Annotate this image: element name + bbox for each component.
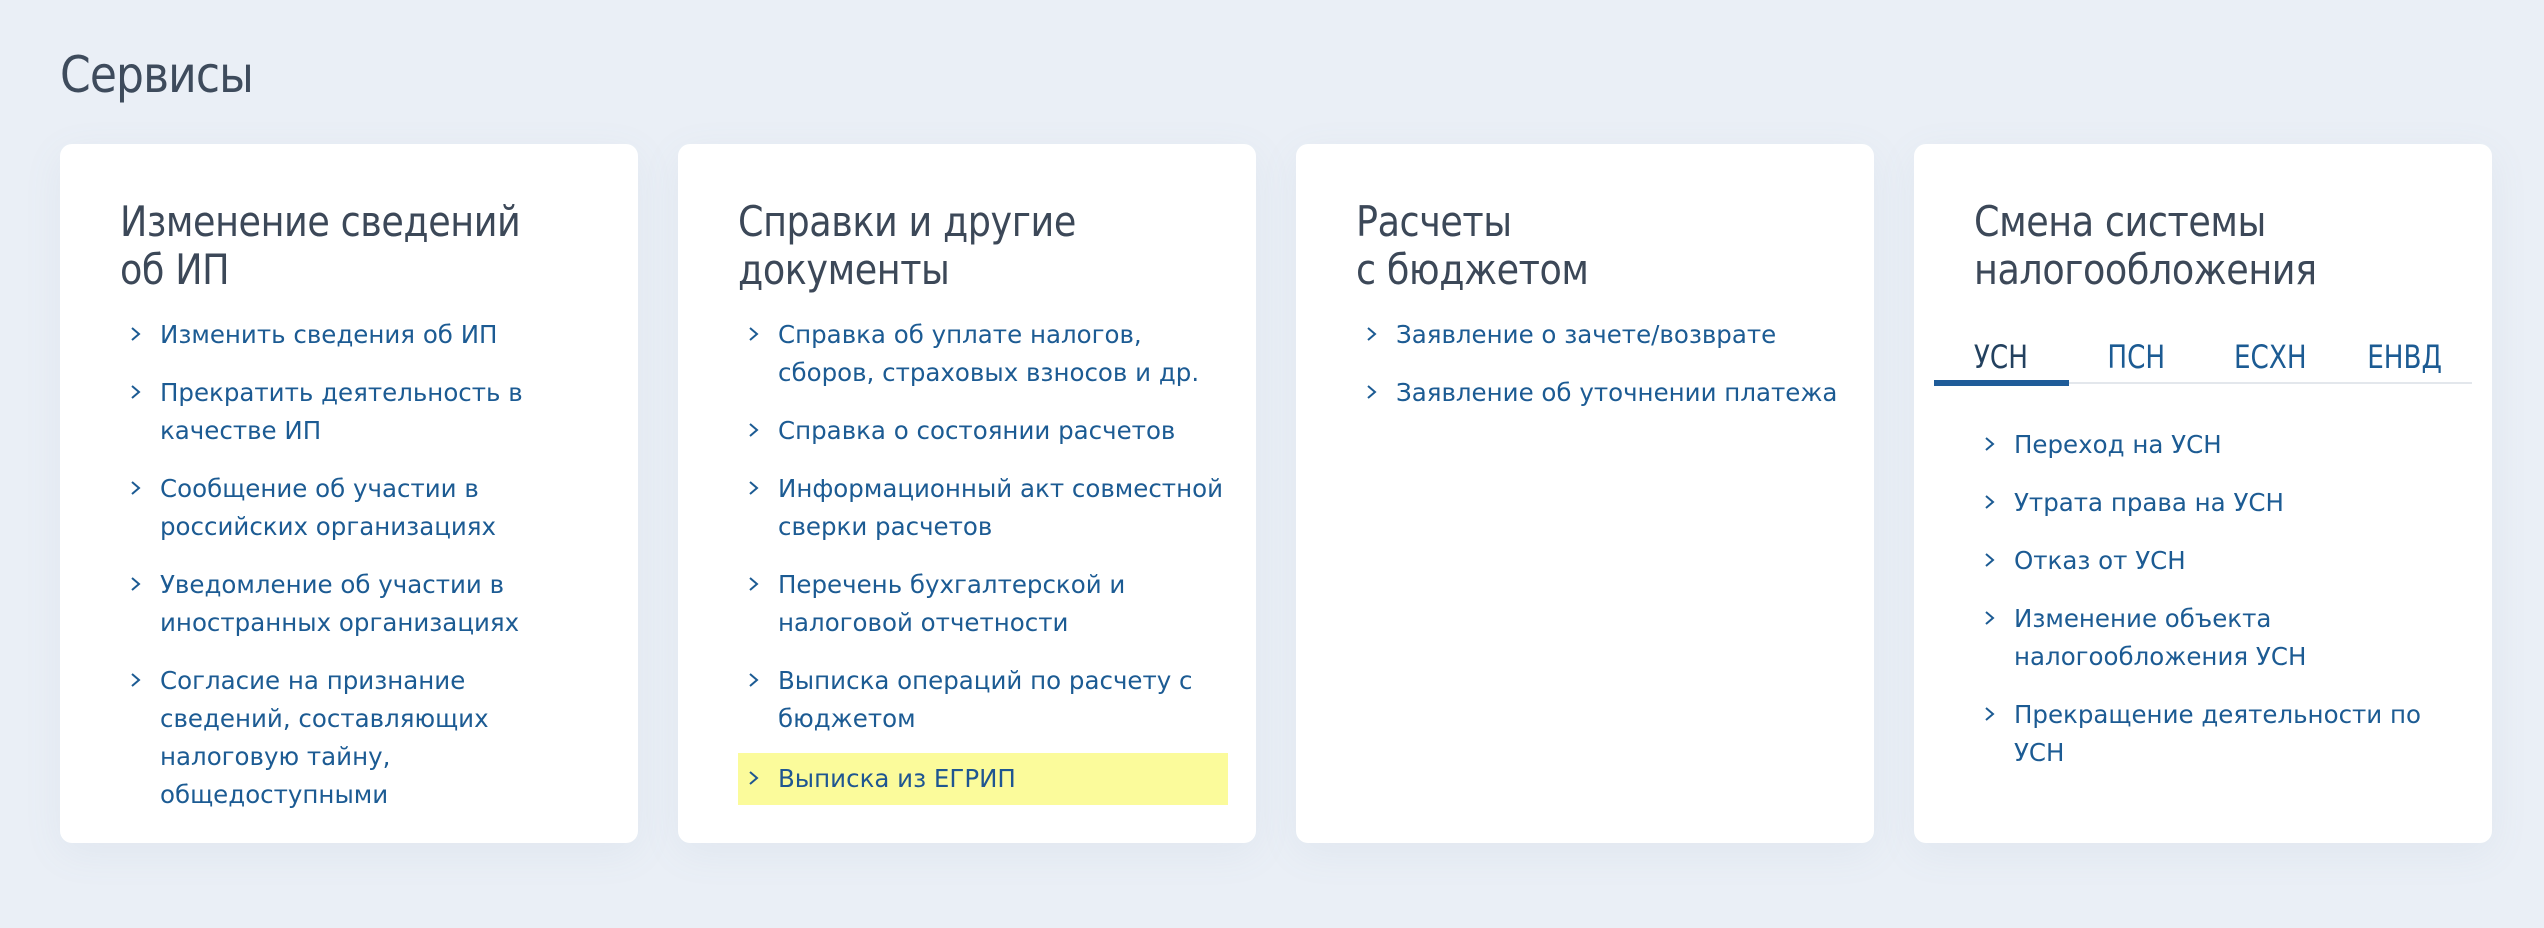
link-foreign-org-participation[interactable]: Уведомление об участии в иностранных орг… — [120, 566, 560, 642]
chevron-right-icon — [130, 327, 142, 341]
chevron-right-icon — [748, 673, 760, 687]
tab-label: ЕСХН — [2233, 338, 2307, 376]
chevron-right-icon — [1984, 553, 1996, 567]
chevron-right-icon — [1984, 611, 1996, 625]
card-budget-settlements: Расчеты с бюджетом Заявление о зачете/во… — [1296, 144, 1874, 843]
chevron-right-icon — [1366, 385, 1378, 399]
card-title-line: Смена системы — [1974, 197, 2266, 246]
card-title-line: Изменение сведений — [120, 197, 521, 246]
link-text: Информационный акт совместной сверки рас… — [778, 474, 1224, 541]
card-title-line: с бюджетом — [1356, 245, 1589, 294]
card-title: Смена системы налогообложения — [1974, 198, 2317, 294]
link-text: Сообщение об участии в российских органи… — [160, 474, 497, 541]
card-title-line: документы — [738, 245, 950, 294]
link-text: Отказ от УСН — [2014, 546, 2186, 575]
link-terminate-usn-activity[interactable]: Прекращение деятельности по УСН — [1974, 696, 2434, 772]
tab-envd[interactable]: ЕНВД — [2338, 334, 2473, 382]
link-settlement-status-certificate[interactable]: Справка о состоянии расчетов — [738, 412, 1218, 450]
card-certificates-documents: Справки и другие документы Справка об уп… — [678, 144, 1256, 843]
link-terminate-ip[interactable]: Прекратить деятельность в качестве ИП — [120, 374, 560, 450]
chevron-right-icon — [748, 481, 760, 495]
chevron-right-icon — [748, 423, 760, 437]
link-text: Справка об уплате налогов, сборов, страх… — [778, 320, 1200, 387]
chevron-right-icon — [130, 385, 142, 399]
link-text: Утрата права на УСН — [2014, 488, 2284, 517]
link-payment-clarification-application[interactable]: Заявление об уточнении платежа — [1356, 374, 1876, 412]
link-change-ip-info[interactable]: Изменить сведения об ИП — [120, 316, 580, 354]
tab-psn[interactable]: ПСН — [2069, 334, 2204, 382]
link-text: Изменить сведения об ИП — [160, 320, 498, 349]
link-offset-refund-application[interactable]: Заявление о зачете/возврате — [1356, 316, 1856, 354]
link-change-usn-object[interactable]: Изменение объекта налогообложения УСН — [1974, 600, 2384, 676]
link-switch-to-usn[interactable]: Переход на УСН — [1974, 426, 2414, 464]
link-text: Выписка операций по расчету с бюджетом — [778, 666, 1193, 733]
link-budget-operations-statement[interactable]: Выписка операций по расчету с бюджетом — [738, 662, 1208, 738]
chevron-right-icon — [130, 577, 142, 591]
chevron-right-icon — [1366, 327, 1378, 341]
page-title: Сервисы — [60, 46, 254, 104]
link-text: Выписка из ЕГРИП — [778, 764, 1016, 793]
card-title-line: Справки и другие — [738, 197, 1076, 246]
link-list: Изменить сведения об ИП Прекратить деяте… — [120, 316, 610, 834]
link-text: Заявление о зачете/возврате — [1396, 320, 1777, 349]
chevron-right-icon — [1984, 437, 1996, 451]
card-tax-system-change: Смена системы налогообложения УСН ПСН ЕС… — [1914, 144, 2492, 843]
card-title: Справки и другие документы — [738, 198, 1076, 294]
chevron-right-icon — [748, 771, 760, 785]
chevron-right-icon — [748, 327, 760, 341]
link-text: Изменение объекта налогообложения УСН — [2014, 604, 2307, 671]
tax-system-tabs: УСН ПСН ЕСХН ЕНВД — [1934, 334, 2473, 386]
link-text: Уведомление об участии в иностранных орг… — [160, 570, 520, 637]
chevron-right-icon — [130, 673, 142, 687]
card-title: Расчеты с бюджетом — [1356, 198, 1589, 294]
card-change-ip-info: Изменение сведений об ИП Изменить сведен… — [60, 144, 638, 843]
link-text: Заявление об уточнении платежа — [1396, 378, 1838, 407]
link-list: Переход на УСН Утрата права на УСН Отказ… — [1974, 426, 2464, 792]
link-lose-usn-right[interactable]: Утрата права на УСН — [1974, 484, 2414, 522]
tab-eskhn[interactable]: ЕСХН — [2203, 334, 2338, 382]
card-title-line: налогообложения — [1974, 245, 2317, 294]
link-text: Прекращение деятельности по УСН — [2014, 700, 2422, 767]
tab-label: УСН — [1974, 338, 2029, 376]
card-title-line: об ИП — [120, 245, 230, 294]
card-title: Изменение сведений об ИП — [120, 197, 521, 294]
link-russian-org-participation[interactable]: Сообщение об участии в российских органи… — [120, 470, 540, 546]
link-text: Перечень бухгалтерской и налоговой отчет… — [778, 570, 1126, 637]
chevron-right-icon — [130, 481, 142, 495]
tab-label: ПСН — [2106, 338, 2165, 376]
link-text: Прекратить деятельность в качестве ИП — [160, 378, 523, 445]
link-text: Переход на УСН — [2014, 430, 2222, 459]
link-reconciliation-act[interactable]: Информационный акт совместной сверки рас… — [738, 470, 1228, 546]
link-list: Справка об уплате налогов, сборов, страх… — [738, 316, 1228, 825]
link-egrip-extract[interactable]: Выписка из ЕГРИП — [738, 753, 1228, 805]
link-tax-secret-consent[interactable]: Согласие на признание сведений, составля… — [120, 662, 600, 814]
chevron-right-icon — [1984, 707, 1996, 721]
link-reporting-list[interactable]: Перечень бухгалтерской и налоговой отчет… — [738, 566, 1158, 642]
link-refuse-usn[interactable]: Отказ от УСН — [1974, 542, 2414, 580]
tab-label: ЕНВД — [2367, 338, 2443, 376]
link-text: Справка о состоянии расчетов — [778, 416, 1176, 445]
link-list: Заявление о зачете/возврате Заявление об… — [1356, 316, 1846, 432]
tab-usn[interactable]: УСН — [1934, 334, 2069, 386]
card-title-line: Расчеты — [1356, 197, 1512, 246]
link-tax-payment-certificate[interactable]: Справка об уплате налогов, сборов, страх… — [738, 316, 1208, 392]
link-text: Согласие на признание сведений, составля… — [160, 666, 489, 809]
chevron-right-icon — [748, 577, 760, 591]
chevron-right-icon — [1984, 495, 1996, 509]
